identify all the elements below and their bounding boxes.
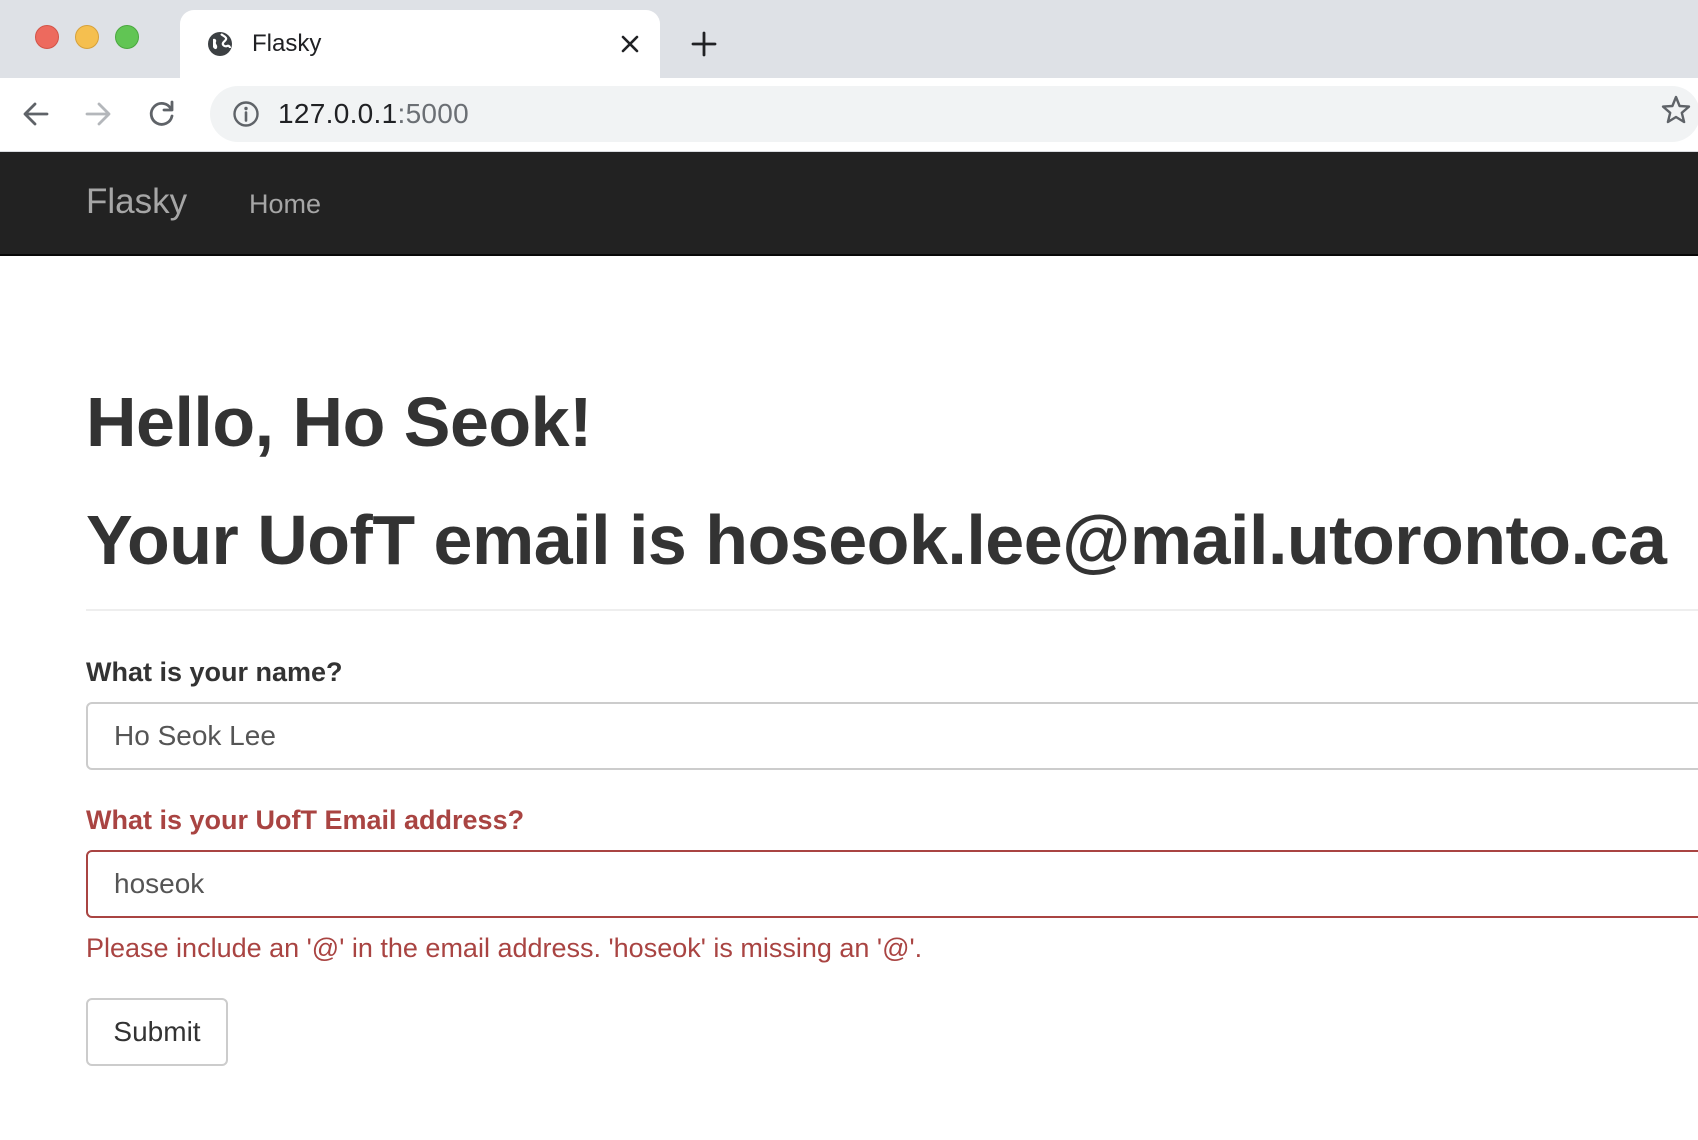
- address-bar[interactable]: 127.0.0.1:5000: [210, 86, 1698, 142]
- url-host: 127.0.0.1: [278, 98, 398, 129]
- globe-icon: [206, 30, 234, 58]
- navbar-brand[interactable]: Flasky: [86, 182, 187, 222]
- email-error-message: Please include an '@' in the email addre…: [86, 933, 923, 963]
- reload-icon[interactable]: [144, 96, 180, 132]
- browser-toolbar: 127.0.0.1:5000: [0, 78, 1698, 152]
- name-label: What is your name?: [86, 657, 343, 687]
- info-icon[interactable]: [232, 100, 260, 128]
- browser-tab[interactable]: Flasky: [180, 10, 660, 78]
- nav-link-home[interactable]: Home: [249, 188, 321, 220]
- plus-icon[interactable]: [688, 28, 720, 60]
- submit-button[interactable]: Submit: [86, 998, 228, 1066]
- name-field[interactable]: [86, 702, 1698, 770]
- minimize-window-button[interactable]: [75, 25, 99, 49]
- forward-arrow-icon[interactable]: [80, 96, 116, 132]
- site-navbar: Flasky Home: [0, 152, 1698, 256]
- tab-title: Flasky: [252, 30, 322, 57]
- email-heading: Your UofT email is hoseok.lee@mail.utoro…: [86, 501, 1667, 579]
- url-port: :5000: [397, 98, 470, 129]
- url-text[interactable]: 127.0.0.1:5000: [278, 99, 469, 129]
- close-icon[interactable]: [616, 30, 644, 58]
- browser-tabstrip: Flasky: [0, 0, 1698, 78]
- back-arrow-icon[interactable]: [18, 96, 54, 132]
- divider: [86, 609, 1698, 611]
- close-window-button[interactable]: [35, 25, 59, 49]
- maximize-window-button[interactable]: [115, 25, 139, 49]
- star-icon[interactable]: [1660, 94, 1692, 126]
- greeting-heading: Hello, Ho Seok!: [86, 383, 592, 461]
- email-label: What is your UofT Email address?: [86, 805, 525, 835]
- email-field[interactable]: [86, 850, 1698, 918]
